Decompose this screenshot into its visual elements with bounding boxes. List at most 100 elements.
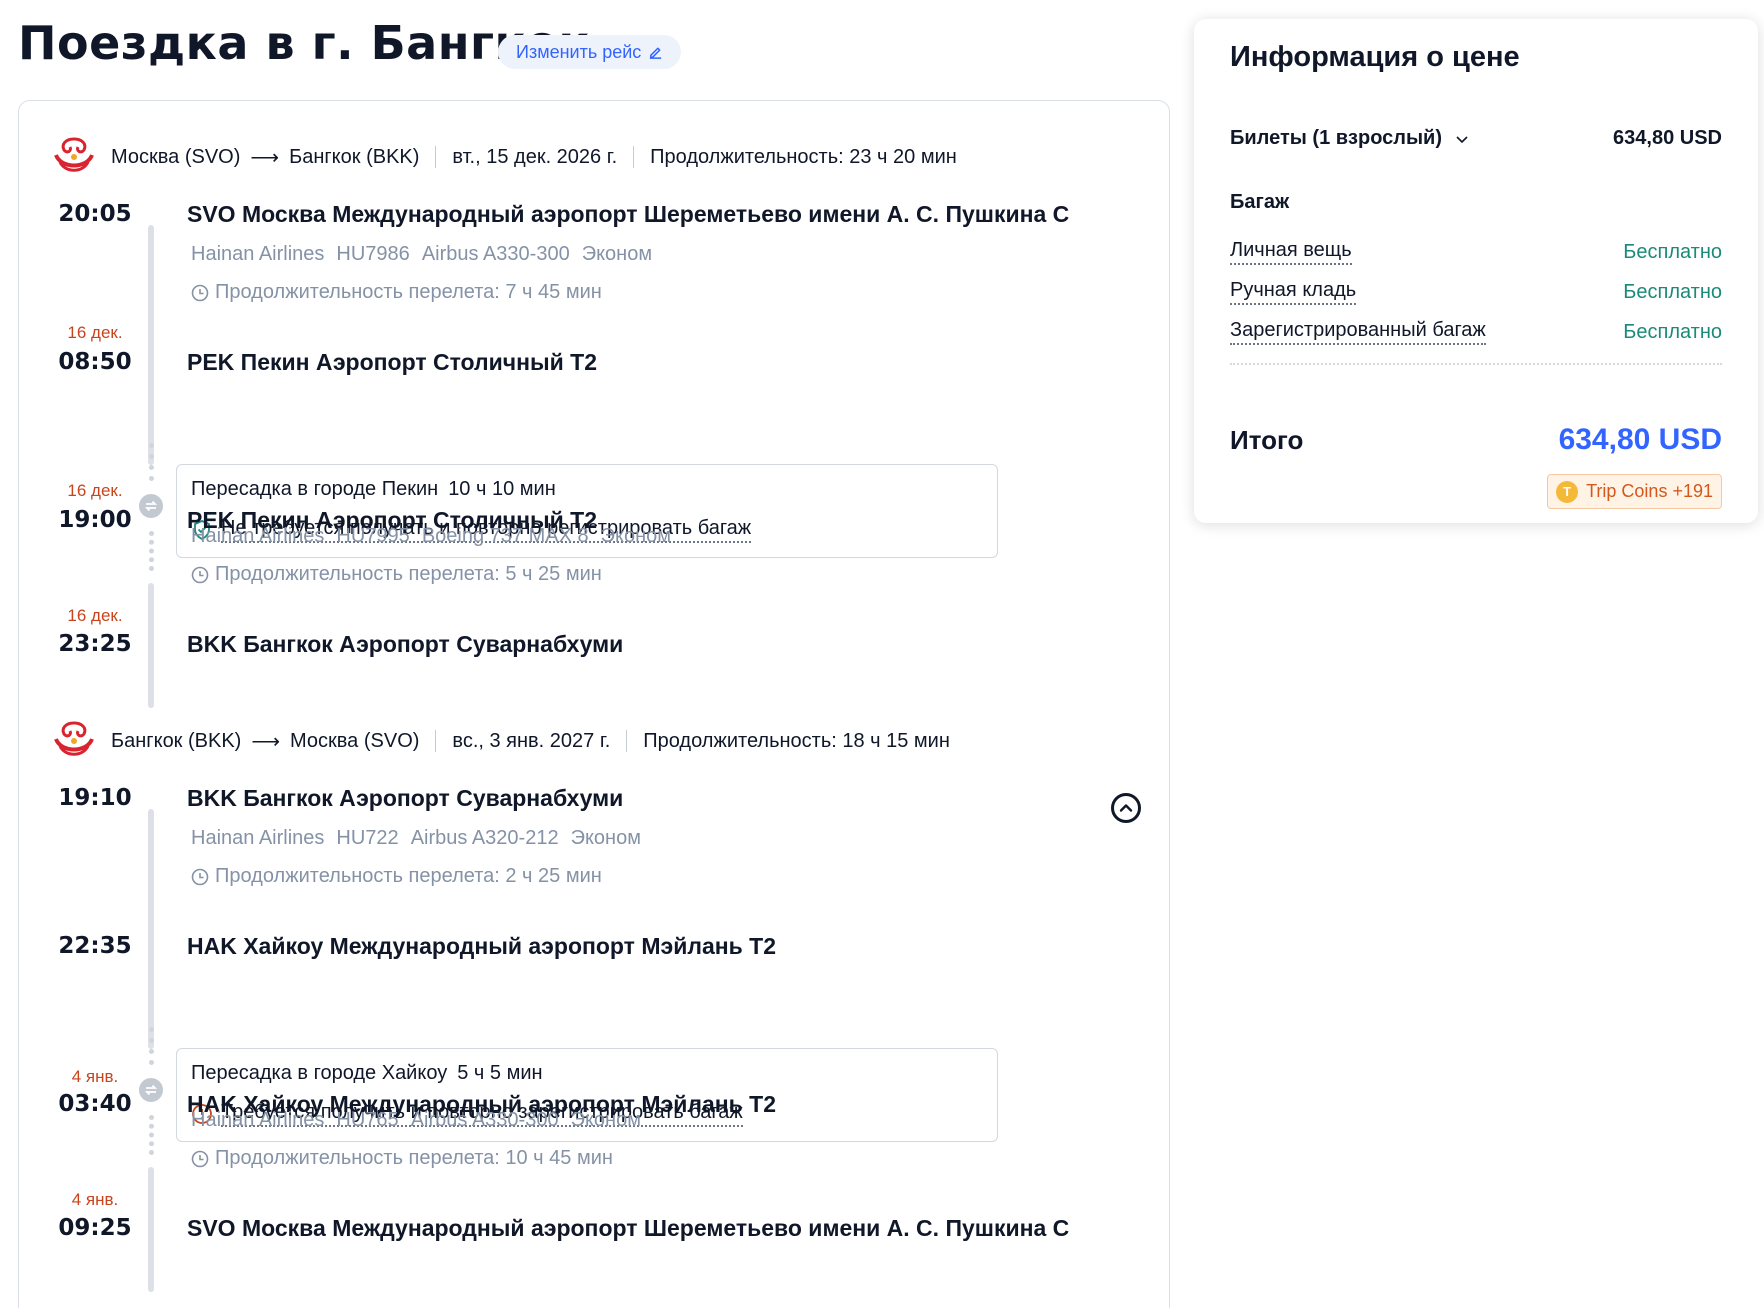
inbound-from: Бангкок (BKK) [111, 729, 242, 752]
baggage-value: Бесплатно [1623, 280, 1722, 303]
hainan-airlines-logo-icon [54, 137, 94, 172]
arrow-right-icon: ⟶ [250, 146, 280, 169]
departure-time: 19:10 [58, 785, 132, 811]
baggage-personal-item[interactable]: Личная вещь [1230, 239, 1352, 265]
divider [1230, 363, 1722, 365]
flight-timeline [148, 583, 154, 708]
cabin-class: Эконом [581, 243, 653, 265]
aircraft-type: Airbus A330-300 [421, 243, 570, 265]
total-value: 634,80 USD [1558, 423, 1722, 456]
baggage-carry-on[interactable]: Ручная кладь [1230, 279, 1357, 305]
arrival-airport: SVO Москва Международный аэропорт Шереме… [187, 1215, 1070, 1241]
divider [435, 730, 437, 752]
flight-duration: Продолжительность перелета: 5 ч 25 мин [191, 563, 602, 586]
itinerary-card: Москва (SVO) ⟶ Бангкок (BKK) вт., 15 дек… [18, 100, 1170, 1308]
airline-name: Hainan Airlines [191, 243, 325, 265]
trip-coins-label: Trip Coins +191 [1586, 481, 1713, 501]
outbound-total-duration: Продолжительность: 23 ч 20 мин [650, 145, 957, 168]
baggage-value: Бесплатно [1623, 240, 1722, 263]
departure-time: 19:00 [58, 507, 132, 533]
chevron-up-icon [1119, 804, 1133, 812]
divider [633, 146, 635, 168]
outbound-date: вт., 15 дек. 2026 г. [452, 145, 618, 168]
collapse-button[interactable] [1111, 793, 1141, 823]
arrival-time: 08:50 [58, 349, 132, 375]
transfer-dots [149, 1115, 154, 1155]
arrival-day-note: 16 дек. [67, 606, 123, 625]
baggage-title: Багаж [1230, 191, 1290, 213]
baggage-row: Ручная кладь Бесплатно [1230, 279, 1722, 305]
arrival-time: 23:25 [58, 631, 132, 657]
outbound-to: Бангкок (BKK) [289, 145, 420, 168]
cabin-class: Эконом [570, 827, 641, 849]
transfer-city: Пересадка в городе Пекин [191, 478, 439, 500]
divider [626, 730, 628, 752]
total-label: Итого [1230, 424, 1304, 455]
departure-day-note: 4 янв. [71, 1067, 119, 1086]
departure-airport: SVO Москва Международный аэропорт Шереме… [187, 201, 1070, 227]
flight-duration: Продолжительность перелета: 7 ч 45 мин [191, 281, 602, 304]
flight-timeline [148, 225, 154, 465]
flight-duration: Продолжительность перелета: 2 ч 25 мин [191, 865, 602, 888]
aircraft-type: Airbus A330-300 [410, 1109, 559, 1131]
departure-time: 03:40 [58, 1091, 132, 1117]
clock-icon [191, 1150, 209, 1167]
arrival-time: 09:25 [58, 1215, 132, 1241]
tickets-label: Билеты (1 взрослый) [1230, 127, 1443, 149]
arrow-right-icon: ⟶ [251, 730, 281, 753]
flight-number: HU7995 [336, 525, 410, 547]
flight-info: Hainan Airlines HU7986 Airbus A330-300 Э… [191, 243, 652, 266]
departure-day-note: 16 дек. [67, 481, 123, 500]
inbound-to: Москва (SVO) [290, 729, 420, 752]
baggage-checked[interactable]: Зарегистрированный багаж [1230, 319, 1486, 345]
flight-info: Hainan Airlines HU7995 Boeing 737 MAX 8 … [191, 525, 671, 548]
cabin-class: Эконом [570, 1109, 641, 1131]
trip-coins-badge: T Trip Coins +191 [1547, 474, 1722, 509]
divider [435, 146, 437, 168]
flight-number: HU765 [336, 1109, 399, 1131]
tickets-value: 634,80 USD [1613, 127, 1722, 149]
flight-timeline [148, 1167, 154, 1292]
flight-number: HU722 [336, 827, 399, 849]
departure-time: 20:05 [58, 201, 132, 227]
inbound-total-duration: Продолжительность: 18 ч 15 мин [643, 729, 950, 752]
airline-name: Hainan Airlines [191, 827, 325, 849]
aircraft-type: Airbus A320-212 [410, 827, 559, 849]
flight-number: HU7986 [336, 243, 410, 265]
transfer-duration: 10 ч 10 мин [448, 478, 556, 500]
arrival-time: 22:35 [58, 933, 132, 959]
arrival-airport: HAK Хайкоу Международный аэропорт Мэйлан… [187, 933, 776, 959]
transfer-dots [149, 443, 154, 481]
transfer-city: Пересадка в городе Хайкоу [191, 1062, 448, 1084]
flight-timeline [148, 809, 154, 1049]
departure-airport: BKK Бангкок Аэропорт Суварнабхуми [187, 785, 624, 811]
arrival-airport: BKK Бангкок Аэропорт Суварнабхуми [187, 631, 624, 657]
arrival-airport: PEK Пекин Аэропорт Столичный T2 [187, 349, 598, 375]
change-flight-label: Изменить рейс [516, 41, 642, 62]
tickets-row[interactable]: Билеты (1 взрослый) 634,80 USD [1230, 127, 1722, 150]
transfer-dots [149, 531, 154, 571]
flight-info: Hainan Airlines HU765 Airbus A330-300 Эк… [191, 1109, 641, 1132]
transfer-dots [149, 1027, 154, 1065]
change-flight-button[interactable]: Изменить рейс [498, 35, 682, 69]
flight-duration: Продолжительность перелета: 10 ч 45 мин [191, 1147, 613, 1170]
baggage-row: Зарегистрированный багаж Бесплатно [1230, 319, 1722, 345]
transfer-duration: 5 ч 5 мин [457, 1062, 543, 1084]
cabin-class: Эконом [600, 525, 671, 547]
total-row: Итого 634,80 USD [1230, 423, 1722, 457]
inbound-header: Бангкок (BKK) ⟶ Москва (SVO) вс., 3 янв.… [51, 719, 950, 763]
clock-icon [191, 284, 209, 301]
chevron-down-icon [1456, 135, 1468, 143]
arrival-day-note: 16 дек. [67, 323, 123, 342]
price-info-card: Информация о цене Билеты (1 взрослый) 63… [1194, 19, 1758, 523]
flight-info: Hainan Airlines HU722 Airbus A320-212 Эк… [191, 827, 641, 850]
coin-icon: T [1556, 480, 1579, 503]
clock-icon [191, 868, 209, 885]
hainan-airlines-logo-icon [54, 721, 94, 756]
outbound-from: Москва (SVO) [111, 145, 241, 168]
airline-name: Hainan Airlines [191, 1109, 325, 1131]
aircraft-type: Boeing 737 MAX 8 [421, 525, 589, 547]
edit-icon [650, 47, 662, 59]
baggage-row: Личная вещь Бесплатно [1230, 239, 1722, 265]
clock-icon [191, 566, 209, 583]
